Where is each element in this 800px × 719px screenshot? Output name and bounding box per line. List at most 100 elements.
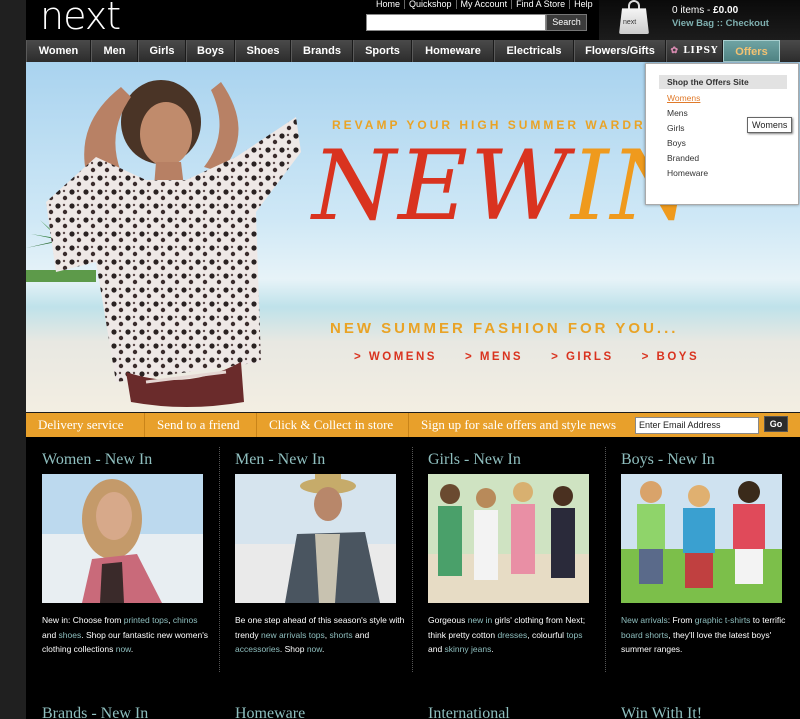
service-bar: Delivery service Send to a friend Click … xyxy=(26,413,800,437)
link-help[interactable]: Help xyxy=(569,0,597,9)
inline-link[interactable]: New arrivals xyxy=(621,615,668,625)
search-button[interactable]: Search xyxy=(546,14,587,31)
inline-link[interactable]: dresses xyxy=(497,630,527,640)
women-new-in-heading[interactable]: Women - New In xyxy=(42,451,152,469)
boys-description: New arrivals: From graphic t-shirts to t… xyxy=(621,613,791,657)
inline-link[interactable]: new arrivals tops xyxy=(261,630,325,640)
international-heading[interactable]: International xyxy=(428,705,510,719)
inline-link[interactable]: accessories xyxy=(235,644,280,654)
inline-link[interactable]: shorts xyxy=(330,630,353,640)
send-to-friend-link[interactable]: Send to a friend xyxy=(145,413,257,437)
description-text: : From xyxy=(667,615,695,625)
description-text: . xyxy=(321,644,325,654)
nav-women[interactable]: Women xyxy=(26,40,91,62)
bag-items: 0 items - xyxy=(672,5,714,16)
hero-newin-part1: NEW xyxy=(312,130,571,242)
nav-offers[interactable]: Offers xyxy=(723,40,780,62)
women-column: Women - New In New in: Choose from print… xyxy=(26,437,208,719)
girls-new-in-heading[interactable]: Girls - New In xyxy=(428,451,521,469)
description-text: and xyxy=(428,644,445,654)
men-photo[interactable] xyxy=(235,474,396,603)
nav-girls[interactable]: Girls xyxy=(138,40,186,62)
offers-dropdown: Shop the Offers Site Womens Mens Girls B… xyxy=(645,63,799,205)
model-image xyxy=(46,80,301,407)
inline-link[interactable]: now xyxy=(116,644,131,654)
link-home[interactable]: Home xyxy=(372,0,404,9)
inline-link[interactable]: chinos xyxy=(173,615,198,625)
next-logo[interactable]: next xyxy=(40,0,121,38)
men-description: Be one step ahead of this season's style… xyxy=(235,613,405,657)
inline-link[interactable]: now xyxy=(307,644,322,654)
nav-shoes[interactable]: Shoes xyxy=(235,40,291,62)
offers-item-mens[interactable]: Mens xyxy=(667,108,688,118)
content-area: Women - New In New in: Choose from print… xyxy=(26,437,800,719)
bag-icon-label: next xyxy=(623,19,637,26)
offers-item-girls[interactable]: Girls xyxy=(667,123,684,133)
offers-item-branded[interactable]: Branded xyxy=(667,153,699,163)
hero-link-womens[interactable]: > WOMENS xyxy=(354,351,437,363)
search-input[interactable] xyxy=(366,14,546,31)
hero-link-girls[interactable]: > GIRLS xyxy=(551,351,614,363)
nav-flowers-gifts[interactable]: Flowers/Gifts xyxy=(574,40,666,62)
nav-men[interactable]: Men xyxy=(91,40,138,62)
bag-links[interactable]: View Bag :: Checkout xyxy=(672,18,769,29)
boys-new-in-heading[interactable]: Boys - New In xyxy=(621,451,715,469)
email-field[interactable]: Enter Email Address xyxy=(635,417,759,434)
inline-link[interactable]: new in xyxy=(468,615,493,625)
signup-label: Sign up for sale offers and style news xyxy=(421,417,617,432)
hero-summer-text: NEW SUMMER FASHION FOR YOU... xyxy=(330,320,679,337)
girls-column: Girls - New In Gorgeous new in girls' cl… xyxy=(412,437,589,719)
inline-link[interactable]: shoes xyxy=(59,630,82,640)
link-quickshop[interactable]: Quickshop xyxy=(404,0,456,9)
nav-lipsy-label: LIPSY xyxy=(683,46,719,56)
go-button[interactable]: Go xyxy=(764,416,788,432)
girls-photo[interactable] xyxy=(428,474,589,603)
shopping-bag: next 0 items - £0.00 View Bag :: Checkou… xyxy=(599,0,800,40)
nav-sports[interactable]: Sports xyxy=(353,40,412,62)
click-collect-link[interactable]: Click & Collect in store xyxy=(257,413,409,437)
delivery-service-link[interactable]: Delivery service xyxy=(26,413,145,437)
nav-boys[interactable]: Boys xyxy=(186,40,235,62)
description-text: . xyxy=(130,644,134,654)
boys-column: Boys - New In New arrivals: From graphic… xyxy=(605,437,785,719)
offers-item-boys[interactable]: Boys xyxy=(667,138,686,148)
description-text: and xyxy=(42,629,59,640)
description-text: . xyxy=(491,644,494,654)
inline-link[interactable]: graphic t-shirts xyxy=(695,615,751,625)
description-text: and xyxy=(352,629,370,640)
offers-item-womens[interactable]: Womens xyxy=(667,93,700,103)
inline-link[interactable]: skinny jeans xyxy=(445,644,492,654)
boys-photo[interactable] xyxy=(621,474,782,603)
nav-brands[interactable]: Brands xyxy=(291,40,353,62)
description-text: Gorgeous xyxy=(428,615,468,625)
nav-electricals[interactable]: Electricals xyxy=(494,40,574,62)
brands-new-in-heading[interactable]: Brands - New In xyxy=(42,705,148,719)
offers-dropdown-title: Shop the Offers Site xyxy=(659,75,787,89)
nav-homeware[interactable]: Homeware xyxy=(412,40,494,62)
hero-newin-heading: NEWIN xyxy=(312,130,697,242)
win-with-it-heading[interactable]: Win With It! xyxy=(621,705,702,719)
men-column: Men - New In Be one step ahead of this s… xyxy=(219,437,404,719)
bag-summary: 0 items - £0.00 xyxy=(672,5,738,16)
men-new-in-heading[interactable]: Men - New In xyxy=(235,451,325,469)
description-text: to terrific xyxy=(750,615,786,625)
women-photo[interactable] xyxy=(42,474,203,603)
inline-link[interactable]: board shorts xyxy=(621,630,668,640)
inline-link[interactable]: printed tops xyxy=(124,615,168,625)
women-description: New in: Choose from printed tops, chinos… xyxy=(42,613,212,657)
lipsy-logo-icon: ✿ xyxy=(670,46,680,56)
hero-link-mens[interactable]: > MENS xyxy=(465,351,523,363)
top-links: Home Quickshop My Account Find A Store H… xyxy=(372,0,597,9)
link-find-a-store[interactable]: Find A Store xyxy=(511,0,569,9)
page: next Home Quickshop My Account Find A St… xyxy=(0,0,800,719)
left-gutter xyxy=(0,0,26,719)
link-my-account[interactable]: My Account xyxy=(455,0,512,9)
homeware-heading[interactable]: Homeware xyxy=(235,705,305,719)
hero-link-boys[interactable]: > BOYS xyxy=(642,351,700,363)
nav-lipsy[interactable]: ✿ LIPSY xyxy=(666,40,723,62)
offers-item-homeware[interactable]: Homeware xyxy=(667,168,708,178)
bag-total: £0.00 xyxy=(713,5,739,16)
girls-description: Gorgeous new in girls' clothing from Nex… xyxy=(428,613,598,657)
tooltip: Womens xyxy=(747,117,793,133)
inline-link[interactable]: tops xyxy=(566,630,582,640)
